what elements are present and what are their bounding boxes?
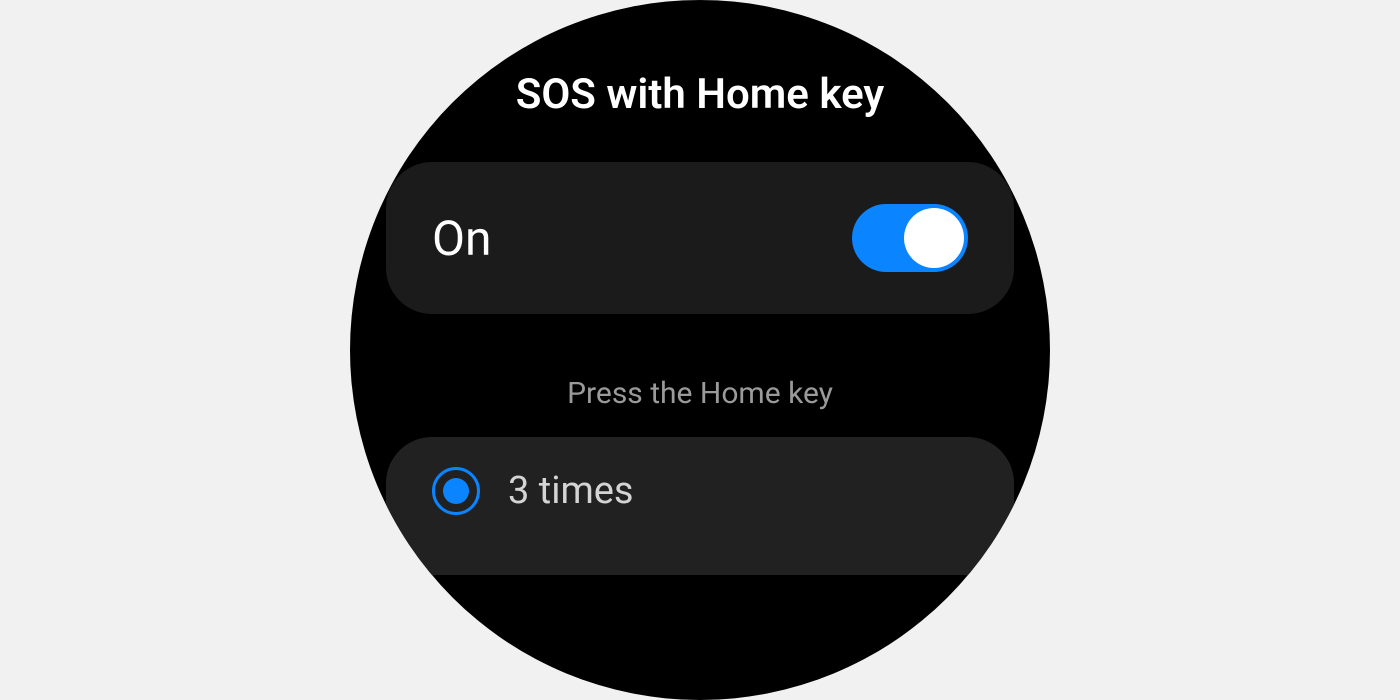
option-3-times[interactable]: 3 times bbox=[386, 437, 1014, 575]
option-label: 3 times bbox=[508, 469, 634, 513]
section-header: Press the Home key bbox=[350, 376, 1050, 411]
toggle-state-label: On bbox=[432, 210, 492, 267]
toggle-thumb bbox=[904, 208, 964, 268]
sos-toggle-switch[interactable] bbox=[852, 204, 968, 272]
radio-inner-dot bbox=[443, 478, 469, 504]
watch-face-container: SOS with Home key On Press the Home key … bbox=[350, 0, 1050, 700]
sos-toggle-row[interactable]: On bbox=[386, 162, 1014, 314]
radio-selected-icon bbox=[432, 467, 480, 515]
page-title: SOS with Home key bbox=[350, 70, 1050, 120]
